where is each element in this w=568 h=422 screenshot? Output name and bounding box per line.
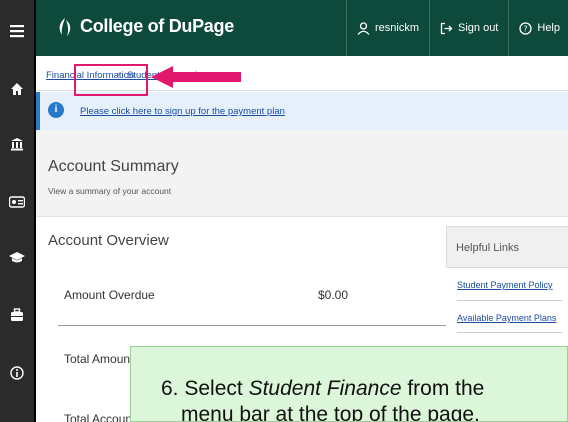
student-finance-highlight-box bbox=[74, 64, 148, 96]
help-button[interactable]: ? Help bbox=[508, 0, 568, 56]
top-bar: College of DuPage resnickm Sign out ? He… bbox=[36, 0, 568, 56]
app-window: College of DuPage resnickm Sign out ? He… bbox=[0, 0, 568, 422]
available-payment-plans-link[interactable]: Available Payment Plans bbox=[457, 313, 556, 323]
amount-overdue-value: $0.00 bbox=[318, 288, 349, 302]
link-divider bbox=[457, 300, 562, 301]
logo-leaf-icon bbox=[59, 17, 71, 36]
total-account-label: Total Account bbox=[64, 412, 136, 422]
help-icon: ? bbox=[519, 21, 533, 35]
sign-out-icon bbox=[440, 22, 453, 34]
bank-icon[interactable] bbox=[0, 125, 34, 163]
sign-out-button[interactable]: Sign out bbox=[429, 0, 508, 56]
callout-prefix: 6. Select bbox=[161, 377, 249, 400]
page-title: Account Summary bbox=[48, 158, 179, 175]
account-summary-header: Account Summary View a summary of your a… bbox=[36, 130, 568, 217]
user-menu-button[interactable]: resnickm bbox=[345, 0, 429, 56]
helpful-links-title: Helpful Links bbox=[456, 242, 519, 254]
logo-text: College of DuPage bbox=[80, 16, 234, 36]
callout-emphasis: Student Finance bbox=[248, 377, 402, 400]
row-divider bbox=[58, 325, 448, 326]
helpful-links-header: Helpful Links bbox=[446, 226, 568, 268]
student-payment-policy-link[interactable]: Student Payment Policy bbox=[457, 280, 553, 290]
info-circle-icon: i bbox=[48, 102, 64, 118]
callout-line-1: 6. Select Student Finance from the bbox=[161, 377, 484, 401]
instruction-callout: 6. Select Student Finance from the menu … bbox=[130, 346, 568, 422]
top-actions: resnickm Sign out ? Help bbox=[345, 0, 568, 56]
user-icon bbox=[357, 21, 370, 35]
amount-overdue-label: Amount Overdue bbox=[64, 288, 155, 302]
info-icon[interactable] bbox=[0, 354, 34, 392]
help-label: Help bbox=[537, 22, 560, 34]
sidebar bbox=[0, 0, 34, 422]
pointer-arrow-icon bbox=[151, 66, 241, 88]
menu-icon[interactable] bbox=[0, 12, 34, 50]
home-icon[interactable] bbox=[0, 70, 34, 108]
callout-suffix: from the bbox=[401, 377, 485, 400]
svg-text:?: ? bbox=[524, 24, 528, 33]
sign-out-label: Sign out bbox=[458, 22, 499, 34]
account-overview-title: Account Overview bbox=[48, 232, 169, 249]
link-divider bbox=[457, 332, 562, 333]
college-logo[interactable]: College of DuPage bbox=[56, 16, 234, 37]
user-name: resnickm bbox=[374, 22, 419, 34]
callout-line-2: menu bar at the top of the page. bbox=[181, 403, 480, 422]
payment-plan-link[interactable]: Please click here to sign up for the pay… bbox=[80, 106, 285, 117]
total-amount-label: Total Amount bbox=[64, 352, 134, 366]
briefcase-icon[interactable] bbox=[0, 296, 34, 334]
payment-plan-banner: i Please click here to sign up for the p… bbox=[36, 92, 568, 130]
graduation-cap-icon[interactable] bbox=[0, 238, 34, 276]
page-subtitle: View a summary of your account bbox=[48, 186, 172, 196]
id-card-icon[interactable] bbox=[0, 183, 34, 221]
